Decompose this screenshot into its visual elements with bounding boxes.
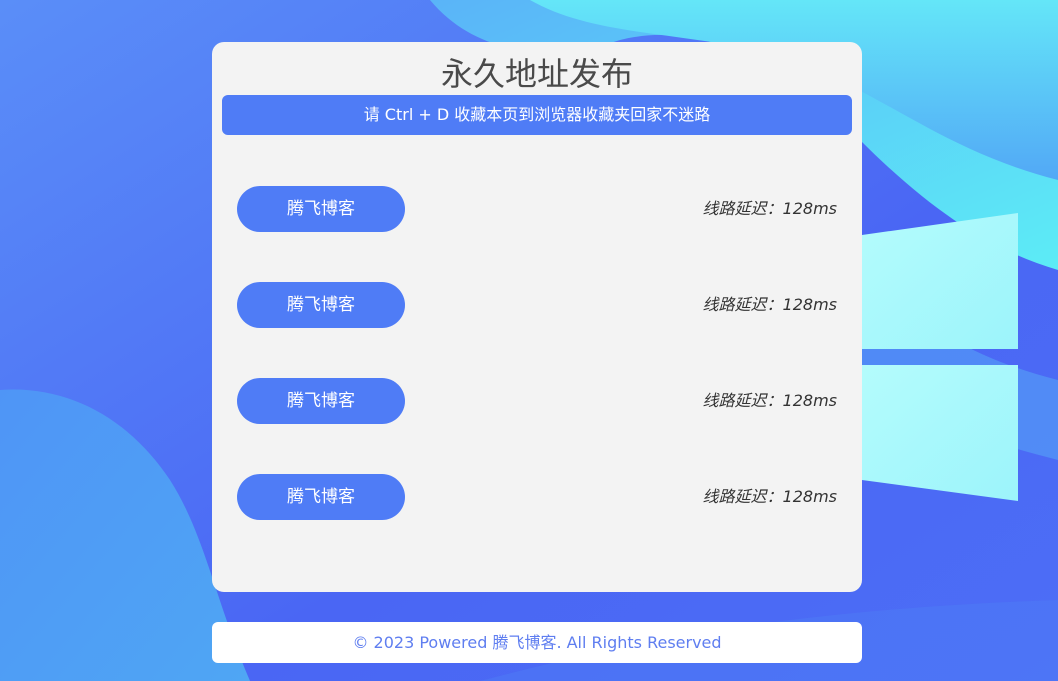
line-button-4[interactable]: 腾飞博客 <box>237 474 405 520</box>
latency-label: 线路延迟： <box>702 295 783 314</box>
line-row: 腾飞博客 线路延迟：128ms <box>237 282 837 328</box>
latency-readout: 线路延迟：128ms <box>703 282 837 328</box>
footer: © 2023 Powered 腾飞博客. All Rights Reserved <box>212 622 862 663</box>
latency-readout: 线路延迟：128ms <box>703 378 837 424</box>
latency-value: 128ms <box>782 487 837 506</box>
latency-value: 128ms <box>782 391 837 410</box>
line-row: 腾飞博客 线路延迟：128ms <box>237 474 837 520</box>
latency-label: 线路延迟： <box>702 487 783 506</box>
latency-readout: 线路延迟：128ms <box>703 474 837 520</box>
line-button-2[interactable]: 腾飞博客 <box>237 282 405 328</box>
address-card: 永久地址发布 请 Ctrl + D 收藏本页到浏览器收藏夹回家不迷路 腾飞博客 … <box>212 42 862 592</box>
line-row: 腾飞博客 线路延迟：128ms <box>237 378 837 424</box>
page-title: 永久地址发布 <box>440 55 633 93</box>
latency-value: 128ms <box>782 295 837 314</box>
line-row: 腾飞博客 线路延迟：128ms <box>237 186 837 232</box>
bookmark-notice: 请 Ctrl + D 收藏本页到浏览器收藏夹回家不迷路 <box>222 95 852 135</box>
latency-readout: 线路延迟：128ms <box>703 186 837 232</box>
copyright-text: © 2023 Powered 腾飞博客. All Rights Reserved <box>352 633 722 652</box>
latency-value: 128ms <box>782 199 837 218</box>
line-button-3[interactable]: 腾飞博客 <box>237 378 405 424</box>
latency-label: 线路延迟： <box>702 391 783 410</box>
line-button-1[interactable]: 腾飞博客 <box>237 186 405 232</box>
latency-label: 线路延迟： <box>702 199 783 218</box>
